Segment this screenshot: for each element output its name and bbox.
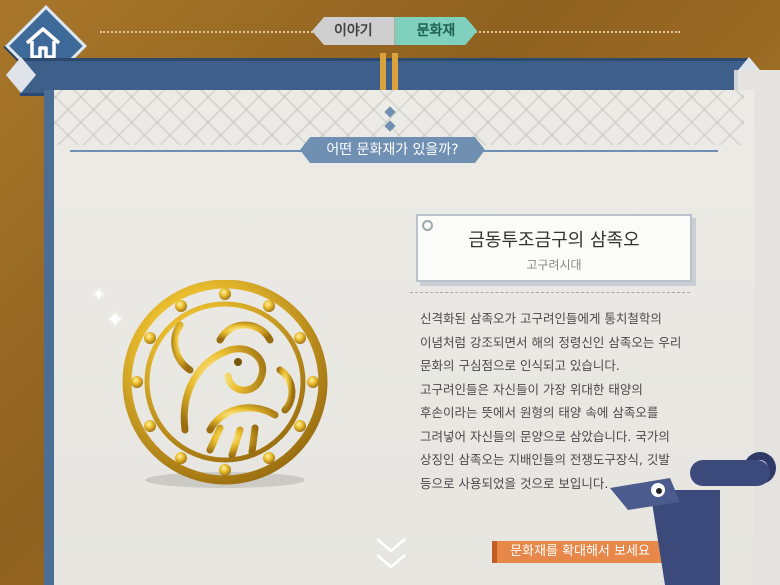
artifact-title-card: 금동투조금구의 삼족오 고구려시대 [416,214,692,282]
nav-tabs: 이야기 문화재 [312,17,477,45]
chevron-down-icon[interactable] [374,535,408,575]
section-heading: 어떤 문화재가 있을까? [300,137,485,163]
heading-rule-right [483,150,718,152]
mascot-character [610,452,776,585]
home-icon [25,27,61,59]
artifact-period: 고구려시대 [526,258,582,272]
tab-heritage[interactable]: 문화재 [395,17,478,45]
tab-story[interactable]: 이야기 [312,17,395,45]
heading-rule-left [70,150,302,152]
ribbon [380,53,386,95]
artifact-image[interactable] [120,279,330,490]
paper-pattern [54,90,744,145]
artifact-title: 금동투조금구의 삼족오 [468,230,640,251]
card-separator [410,292,690,293]
sparkle-icon: ✦ [92,285,106,304]
ribbon [392,53,398,95]
card-pin [422,220,433,231]
